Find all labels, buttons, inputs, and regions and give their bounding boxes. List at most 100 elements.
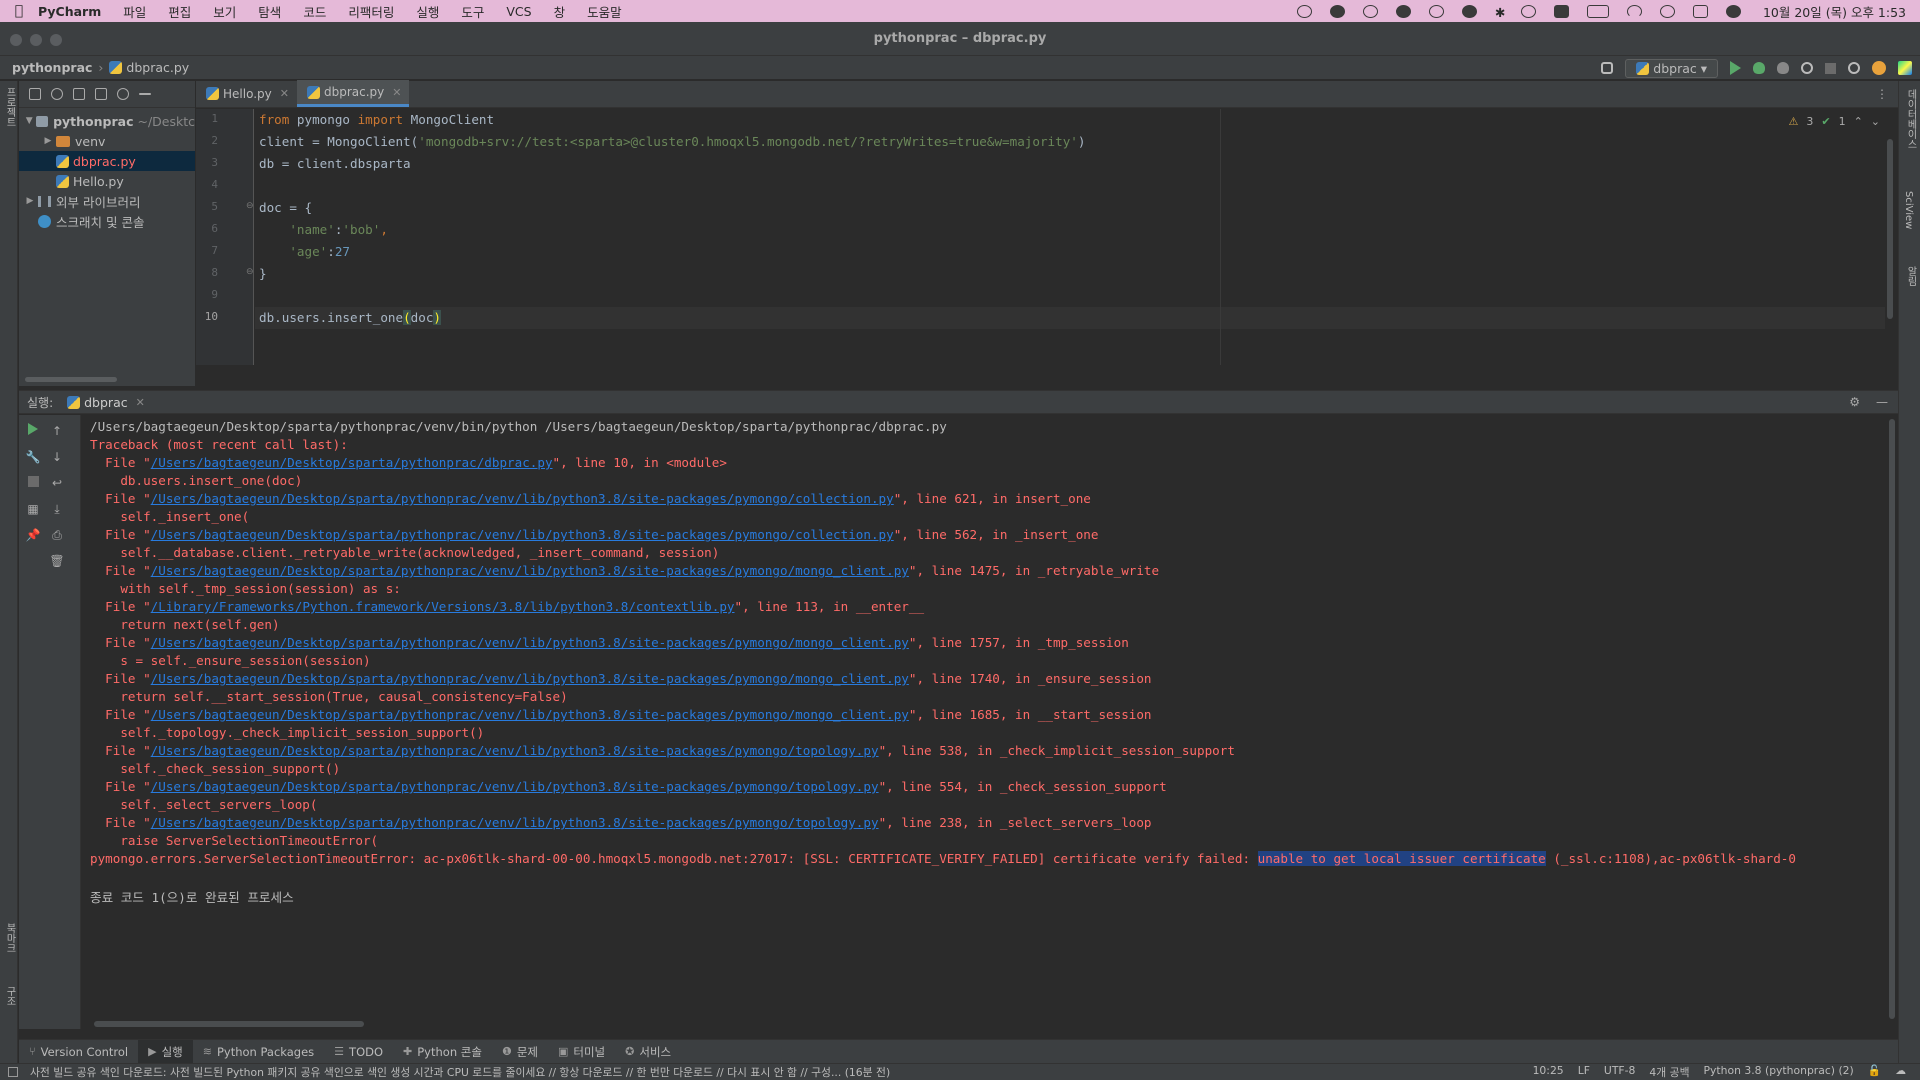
file-link[interactable]: /Users/bagtaegeun/Desktop/sparta/pythonp…: [151, 527, 894, 542]
database-tool-window-button[interactable]: 데이터베이스: [1903, 89, 1918, 149]
tool-window-terminal-button[interactable]: ▣ 터미널: [548, 1040, 615, 1064]
tab-hello-py[interactable]: Hello.py ✕: [196, 80, 297, 107]
menu-tools[interactable]: 도구: [461, 2, 484, 21]
fold-icon[interactable]: ⊖: [246, 267, 254, 277]
input-source-icon[interactable]: [1553, 4, 1569, 18]
menu-vcs[interactable]: VCS: [506, 4, 531, 19]
tool-window-python-console-button[interactable]: ✚ Python 콘솔: [393, 1040, 492, 1064]
selected-error-text[interactable]: unable to get local issuer certificate: [1257, 851, 1546, 866]
profile-icon[interactable]: [1801, 62, 1813, 74]
menu-refactor[interactable]: 리팩터링: [348, 2, 394, 21]
menu-run[interactable]: 실행: [416, 2, 439, 21]
breadcrumb-project[interactable]: pythonprac: [12, 60, 92, 75]
control-center-icon[interactable]: [1692, 4, 1708, 18]
tree-item-venv[interactable]: ▶ venv: [19, 131, 195, 151]
tab-dbprac-py[interactable]: dbprac.py ✕: [296, 80, 410, 107]
rerun-icon[interactable]: [25, 423, 41, 439]
bluetooth-icon[interactable]: ✱: [1495, 5, 1505, 20]
run-icon[interactable]: [1730, 61, 1741, 75]
console-horizontal-scrollbar[interactable]: [94, 1021, 364, 1027]
stop-icon[interactable]: [1825, 62, 1836, 74]
print-icon[interactable]: ⎙: [49, 527, 65, 543]
file-link[interactable]: /Users/bagtaegeun/Desktop/sparta/pythonp…: [151, 563, 909, 578]
spotlight-search-icon[interactable]: [1659, 4, 1675, 18]
hide-panel-icon[interactable]: —: [1876, 395, 1888, 409]
scroll-to-end-icon[interactable]: ⤓: [49, 501, 65, 517]
file-link[interactable]: /Users/bagtaegeun/Desktop/sparta/pythonp…: [151, 743, 879, 758]
pin-icon[interactable]: 📌: [25, 527, 41, 543]
menubar-clock[interactable]: 10월 20일 (목) 오후 1:53: [1763, 2, 1906, 21]
cloud-icon[interactable]: [1461, 4, 1477, 18]
wechat-icon[interactable]: [1395, 4, 1411, 18]
play-circle-icon[interactable]: [1428, 4, 1444, 18]
tree-item-hello[interactable]: Hello.py: [19, 171, 195, 191]
minimize-window-button[interactable]: [30, 34, 42, 46]
caret-position[interactable]: 10:25: [1533, 1064, 1564, 1080]
arrow-down-icon[interactable]: ↓: [49, 449, 65, 465]
close-tab-icon[interactable]: ✕: [392, 86, 401, 99]
trash-icon[interactable]: 🗑: [49, 553, 65, 569]
file-link[interactable]: /Users/bagtaegeun/Desktop/sparta/pythonp…: [151, 707, 909, 722]
menu-edit[interactable]: 편집: [168, 2, 191, 21]
debug-icon[interactable]: [1753, 62, 1765, 74]
coverage-icon[interactable]: [1777, 62, 1789, 74]
apple-icon[interactable]: : [0, 3, 38, 19]
editor-vertical-scrollbar[interactable]: [1886, 109, 1894, 365]
tool-window-run-button[interactable]: ▶ 실행: [138, 1039, 193, 1064]
scrollbar-thumb[interactable]: [1887, 139, 1893, 319]
lock-icon[interactable]: 🔓: [1868, 1064, 1881, 1080]
expand-all-icon[interactable]: [73, 88, 85, 100]
code-editor[interactable]: from pymongo import MongoClient client =…: [255, 109, 1885, 365]
siri-icon[interactable]: [1725, 4, 1741, 18]
more-tabs-icon[interactable]: ⋮: [1876, 87, 1888, 101]
menu-help[interactable]: 도움말: [587, 2, 622, 21]
tab-run-dbprac[interactable]: dbprac ✕: [67, 395, 145, 410]
tree-item-root[interactable]: ▼ pythonprac ~/Desktc: [19, 111, 195, 131]
soft-wrap-icon[interactable]: ↩: [49, 475, 65, 491]
file-link[interactable]: /Users/bagtaegeun/Desktop/sparta/pythonp…: [151, 455, 553, 470]
indent-setting[interactable]: 4개 공백: [1649, 1064, 1689, 1080]
tree-item-dbprac[interactable]: dbprac.py: [19, 151, 195, 171]
notifications-icon[interactable]: ☁: [1895, 1064, 1906, 1080]
chevron-down-icon[interactable]: ▼: [25, 116, 33, 126]
gear-icon[interactable]: [117, 88, 129, 100]
inspection-widget[interactable]: ⚠ 3 ✔ 1 ⌃ ⌄: [1788, 115, 1880, 128]
bookmarks-tool-window-button[interactable]: 북마크: [2, 923, 17, 953]
tree-item-external-libraries[interactable]: ▶ 외부 라이브러리: [19, 191, 195, 211]
tool-window-todo-button[interactable]: ☰ TODO: [324, 1040, 393, 1064]
account-icon[interactable]: [1601, 62, 1614, 74]
project-tool-window-button[interactable]: 프로젝트: [2, 87, 17, 127]
chevron-right-icon[interactable]: ▶: [43, 136, 53, 146]
battery-icon[interactable]: [1586, 4, 1609, 18]
fold-icon[interactable]: ⊖: [246, 201, 254, 211]
tool-window-services-button[interactable]: ✪ 서비스: [615, 1040, 681, 1064]
locate-file-icon[interactable]: [51, 88, 63, 100]
menu-window[interactable]: 창: [554, 2, 566, 21]
file-link[interactable]: /Users/bagtaegeun/Desktop/sparta/pythonp…: [151, 491, 894, 506]
menu-navigate[interactable]: 탐색: [258, 2, 281, 21]
chevron-down-icon[interactable]: ⌄: [1871, 115, 1880, 128]
menu-view[interactable]: 보기: [213, 2, 236, 21]
wrench-icon[interactable]: 🔧: [25, 449, 41, 465]
status-message[interactable]: 사전 빌드 공유 색인 다운로드: 사전 빌드된 Python 패키지 공유 색…: [30, 1064, 890, 1080]
run-console[interactable]: /Users/bagtaegeun/Desktop/sparta/pythonp…: [82, 415, 1886, 1029]
menu-file[interactable]: 파일: [123, 2, 146, 21]
headphones-icon[interactable]: [1520, 4, 1536, 18]
file-link[interactable]: /Library/Frameworks/Python.framework/Ver…: [151, 599, 735, 614]
notifications-tool-window-button[interactable]: 알림: [1903, 266, 1918, 286]
breadcrumb-file[interactable]: dbprac.py: [126, 60, 189, 75]
tool-window-toggle-icon[interactable]: [8, 1067, 18, 1077]
file-link[interactable]: /Users/bagtaegeun/Desktop/sparta/pythonp…: [151, 671, 909, 686]
jetbrains-logo-icon[interactable]: [1898, 61, 1912, 75]
app-menu[interactable]: PyCharm: [38, 4, 101, 19]
close-tab-icon[interactable]: ✕: [136, 396, 145, 409]
search-icon[interactable]: [1848, 62, 1860, 74]
glasses-icon[interactable]: [1296, 4, 1312, 18]
close-window-button[interactable]: [10, 34, 22, 46]
tool-window-python-packages-button[interactable]: ≋ Python Packages: [193, 1040, 324, 1064]
file-link[interactable]: /Users/bagtaegeun/Desktop/sparta/pythonp…: [151, 815, 879, 830]
menu-code[interactable]: 코드: [303, 2, 326, 21]
close-tab-icon[interactable]: ✕: [280, 87, 289, 100]
scrollbar-thumb[interactable]: [1889, 419, 1895, 1019]
sciview-tool-window-button[interactable]: SciView: [1903, 191, 1914, 229]
